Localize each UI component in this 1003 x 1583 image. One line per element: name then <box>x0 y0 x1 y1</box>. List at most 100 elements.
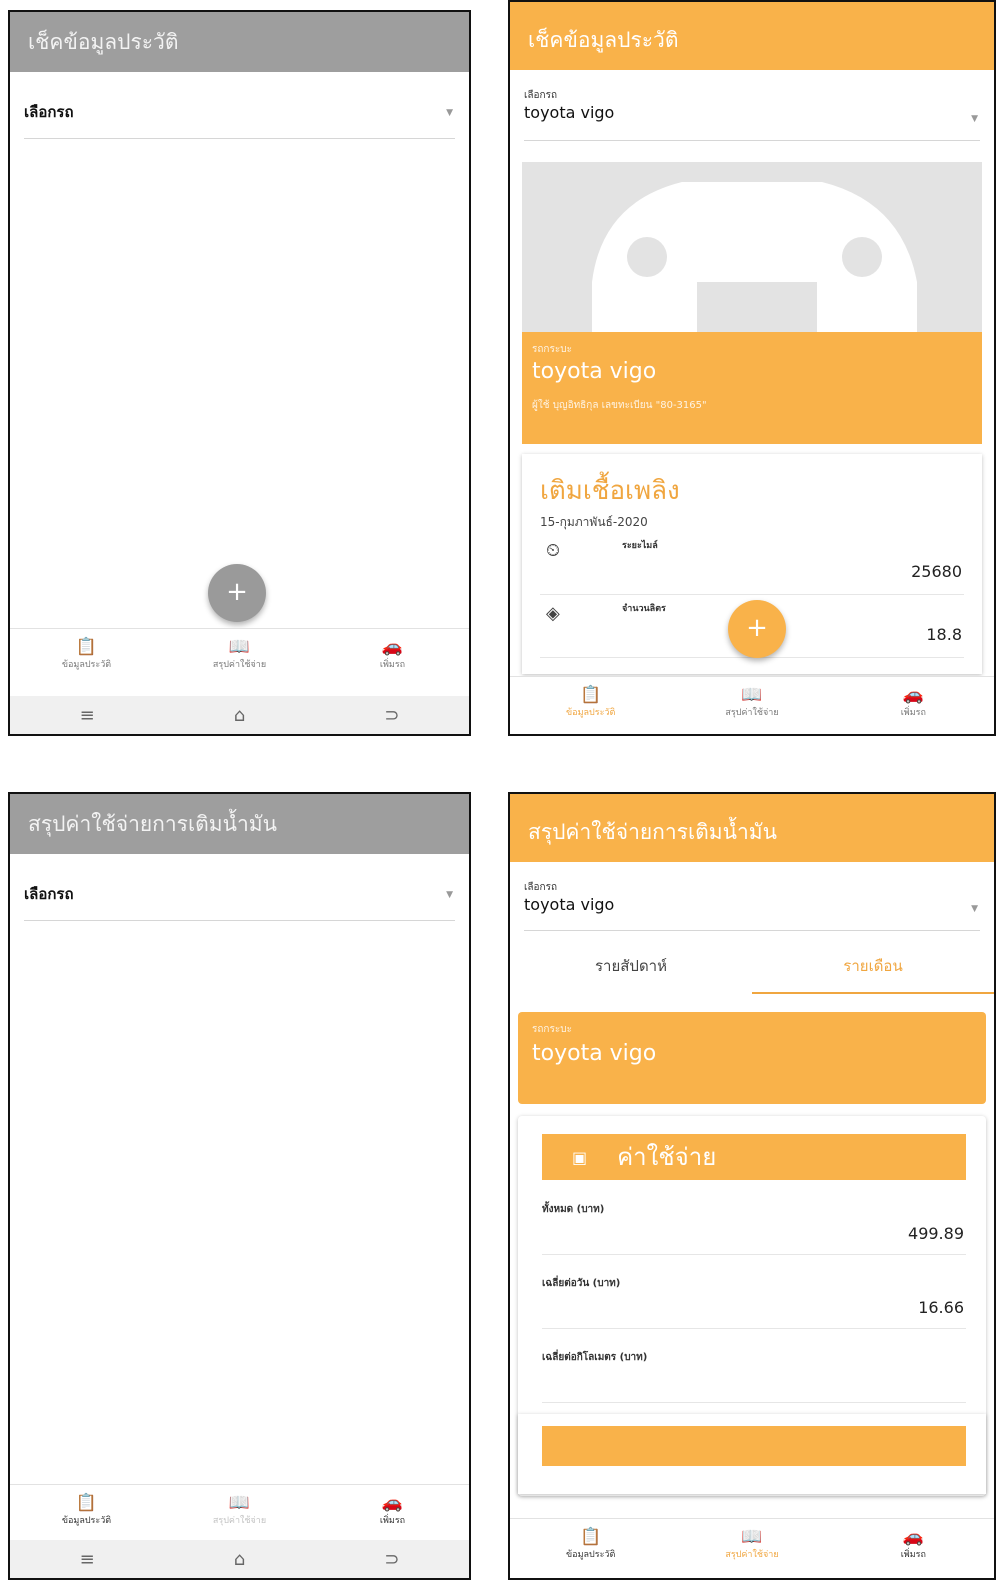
dropdown-arrow-icon: ▼ <box>446 890 453 900</box>
car-info-banner: รถกระบะ toyota vigo ผู้ใช้ บุญอิทธิกุล เ… <box>522 332 982 444</box>
clipboard-icon: 📋 <box>75 637 98 657</box>
tab-monthly[interactable]: รายเดือน <box>752 944 994 994</box>
car-select[interactable]: เลือกรถ ▼ <box>24 92 455 139</box>
cost-row: เฉลี่ยต่อวัน (บาท) 16.66 <box>542 1264 966 1329</box>
car-icon: 🚗 <box>381 637 404 657</box>
car-owner: ผู้ใช้ บุญอิทธิกุล เลขทะเบียน "80-3165" <box>532 400 707 411</box>
nav-history-label: ข้อมูลประวัติ <box>566 1550 616 1560</box>
car-type: รถกระบะ <box>532 344 572 355</box>
nav-summary-label: สรุปค่าใช้จ่าย <box>725 708 779 718</box>
car-icon: 🚗 <box>902 1527 924 1547</box>
nav-summary-label: สรุปค่าใช้จ่าย <box>212 1516 267 1526</box>
nav-summary-label: สรุปค่าใช้จ่าย <box>725 1550 779 1560</box>
nav-history-label: ข้อมูลประวัติ <box>61 1516 112 1526</box>
bottom-nav: 📋 ข้อมูลประวัติ 📖 สรุปค่าใช้จ่าย 🚗 เพิ่มรถ <box>510 676 994 734</box>
bottom-nav: 📋 ข้อมูลประวัติ 📖 สรุปค่าใช้จ่าย 🚗 เพิ่มรถ <box>10 628 469 687</box>
cost-header: ▣ ค่าใช้จ่าย <box>542 1134 966 1180</box>
car-select-label: เลือกรถ <box>24 885 74 903</box>
cost-row-value: 16.66 <box>918 1298 964 1317</box>
car-select[interactable]: เลือกรถ ▼ <box>24 874 455 921</box>
nav-add-car[interactable]: 🚗 เพิ่มรถ <box>833 677 994 734</box>
fuel-row-label: ระยะไมล์ <box>622 541 658 551</box>
car-image <box>522 162 982 332</box>
car-type: รถกระบะ <box>532 1024 572 1035</box>
cost-row-label: เฉลี่ยต่อกิโลเมตร (บาท) <box>542 1352 648 1363</box>
fuel-row: ⏲ ระยะไมล์ 25680 <box>540 532 964 595</box>
add-fab-button[interactable]: + <box>728 600 786 658</box>
gauge-icon: ⏲ <box>546 540 561 561</box>
nav-add-car[interactable]: 🚗 เพิ่มรถ <box>316 1485 469 1543</box>
menu-icon[interactable]: ≡ <box>80 1549 95 1570</box>
cost-row-value: 499.89 <box>908 1224 964 1243</box>
cost-title: ค่าใช้จ่าย <box>617 1143 717 1171</box>
dropdown-arrow-icon: ▼ <box>446 108 453 118</box>
dropdown-arrow-icon: ▼ <box>971 114 978 124</box>
cost-row: เฉลี่ยต่อกิโลเมตร (บาท) <box>542 1338 966 1403</box>
fuel-title: เติมเชื้อเพลิง <box>540 476 680 506</box>
car-silhouette-icon <box>592 182 917 332</box>
nav-history-label: ข้อมูลประวัติ <box>566 708 616 718</box>
car-select-value: toyota vigo <box>524 103 615 122</box>
fuel-row-value: 18.8 <box>926 625 962 644</box>
nav-summary-label: สรุปค่าใช้จ่าย <box>212 660 267 670</box>
book-icon: 📖 <box>741 1527 763 1547</box>
nav-add-car-label: เพิ่มรถ <box>900 1550 926 1560</box>
fuel-date: 15-กุมภาพันธ์-2020 <box>540 515 648 529</box>
fuel-icon: ◈ <box>546 603 560 624</box>
nav-add-car[interactable]: 🚗 เพิ่มรถ <box>833 1519 994 1578</box>
home-icon[interactable]: ⌂ <box>234 705 245 726</box>
car-icon: 🚗 <box>902 685 924 705</box>
cost-row-label: เฉลี่ยต่อวัน (บาท) <box>542 1278 621 1289</box>
nav-history[interactable]: 📋 ข้อมูลประวัติ <box>10 1485 163 1543</box>
car-select[interactable]: เลือกรถ toyota vigo ▼ <box>524 880 980 931</box>
nav-add-car-label: เพิ่มรถ <box>900 708 926 718</box>
book-icon: 📖 <box>228 1493 251 1513</box>
nav-history-label: ข้อมูลประวัติ <box>61 660 112 670</box>
app-bar-title: สรุปค่าใช้จ่ายการเติมน้ำมัน <box>510 794 994 862</box>
book-icon: 📖 <box>741 685 763 705</box>
back-icon[interactable]: ⊃ <box>384 705 399 726</box>
app-bar-title: สรุปค่าใช้จ่ายการเติมน้ำมัน <box>10 794 469 854</box>
car-name: toyota vigo <box>532 1041 657 1066</box>
clipboard-icon: 📋 <box>75 1493 98 1513</box>
fuel-row-label: จำนวนลิตร <box>622 604 666 614</box>
car-select-label: เลือกรถ <box>524 90 558 101</box>
fuel-row-value: 25680 <box>911 562 962 581</box>
bottom-nav: 📋 ข้อมูลประวัติ 📖 สรุปค่าใช้จ่าย 🚗 เพิ่มรถ <box>510 1518 994 1578</box>
book-icon: 📖 <box>228 637 251 657</box>
nav-history[interactable]: 📋 ข้อมูลประวัติ <box>510 1519 671 1578</box>
screen-history-detail: เช็คข้อมูลประวัติ เลือกรถ toyota vigo ▼ … <box>508 0 996 736</box>
clipboard-icon: 📋 <box>580 1527 602 1547</box>
car-select-value: toyota vigo <box>524 895 615 914</box>
cost-row: ทั้งหมด (บาท) 499.89 <box>542 1190 966 1255</box>
dropdown-arrow-icon: ▼ <box>971 904 978 914</box>
clipboard-icon: 📋 <box>580 685 602 705</box>
bottom-nav: 📋 ข้อมูลประวัติ 📖 สรุปค่าใช้จ่าย 🚗 เพิ่มรถ <box>10 1484 469 1543</box>
menu-icon[interactable]: ≡ <box>80 705 95 726</box>
screen-summary-detail: สรุปค่าใช้จ่ายการเติมน้ำมัน เลือกรถ toyo… <box>508 792 996 1580</box>
back-icon[interactable]: ⊃ <box>384 1549 399 1570</box>
car-icon: 🚗 <box>381 1493 404 1513</box>
nav-summary[interactable]: 📖 สรุปค่าใช้จ่าย <box>163 1485 316 1543</box>
car-name: toyota vigo <box>532 359 657 384</box>
app-bar-title: เช็คข้อมูลประวัติ <box>10 12 469 72</box>
system-nav-bar: ≡ ⌂ ⊃ <box>10 1540 469 1578</box>
nav-summary[interactable]: 📖 สรุปค่าใช้จ่าย <box>671 677 832 734</box>
car-select[interactable]: เลือกรถ toyota vigo ▼ <box>524 88 980 141</box>
car-select-label: เลือกรถ <box>524 882 558 893</box>
screen-summary-empty: สรุปค่าใช้จ่ายการเติมน้ำมัน เลือกรถ ▼ 📋 ข… <box>8 792 471 1580</box>
home-icon[interactable]: ⌂ <box>234 1549 245 1570</box>
nav-add-car[interactable]: 🚗 เพิ่มรถ <box>316 629 469 687</box>
nav-summary[interactable]: 📖 สรุปค่าใช้จ่าย <box>163 629 316 687</box>
car-info-banner: รถกระบะ toyota vigo <box>518 1012 986 1104</box>
screen-history-empty: เช็คข้อมูลประวัติ เลือกรถ ▼ + 📋 ข้อมูลประ… <box>8 10 471 736</box>
car-select-label: เลือกรถ <box>24 103 74 121</box>
period-tabs: รายสัปดาห์ รายเดือน <box>510 944 994 994</box>
nav-history[interactable]: 📋 ข้อมูลประวัติ <box>510 677 671 734</box>
app-bar-title: เช็คข้อมูลประวัติ <box>510 2 994 70</box>
nav-history[interactable]: 📋 ข้อมูลประวัติ <box>10 629 163 687</box>
add-fab-button[interactable]: + <box>208 564 266 622</box>
tab-weekly[interactable]: รายสัปดาห์ <box>510 944 752 994</box>
nav-summary[interactable]: 📖 สรุปค่าใช้จ่าย <box>671 1519 832 1578</box>
money-icon: ▣ <box>572 1148 588 1167</box>
